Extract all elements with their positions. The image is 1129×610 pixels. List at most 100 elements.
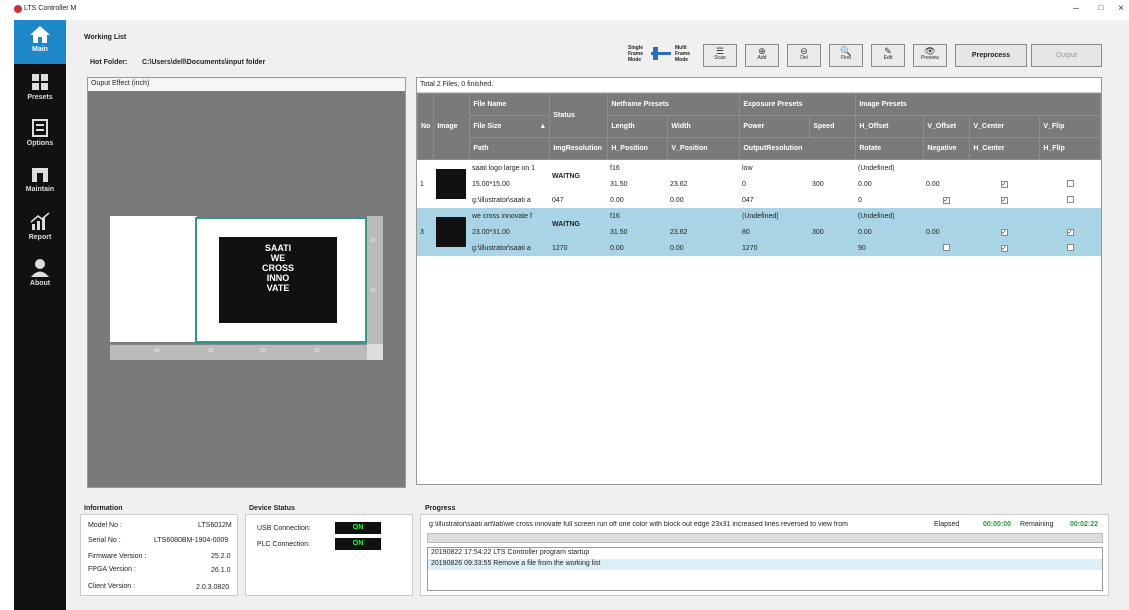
nav-presets[interactable]: Presets — [14, 68, 66, 112]
ruler-x-tick: 40 — [154, 348, 160, 354]
col-v-position[interactable]: V_Position — [667, 137, 741, 160]
row-frame-preset: f16 — [607, 160, 739, 176]
output-button[interactable]: Output — [1031, 44, 1102, 67]
col-img-resolution[interactable]: ImgResolution — [549, 137, 609, 160]
h-center-checkbox[interactable]: ✓ — [1000, 244, 1008, 252]
col-status[interactable]: Status — [549, 93, 609, 138]
table-row[interactable]: g:\illustrator\saati a 1270 0.00 0.00 1270 … — [417, 240, 1101, 256]
scan-label: Scan — [714, 55, 726, 61]
row-power: 80 — [739, 224, 809, 240]
row-exposure-preset: (Undefined) — [739, 208, 855, 224]
col-length[interactable]: Length — [607, 115, 669, 138]
table-row[interactable]: 3 we cross innovate f WAITNG f16 (Undefi… — [417, 208, 1101, 256]
col-file-name[interactable]: File Name — [469, 93, 551, 116]
v-center-checkbox[interactable]: ✓ — [1000, 228, 1008, 236]
col-image[interactable]: Image — [433, 93, 471, 160]
col-v-center[interactable]: V_Center — [969, 115, 1041, 138]
table-row[interactable]: 1 saati logo large on 1 WAITNG f16 low (… — [417, 160, 1101, 208]
close-button[interactable]: × — [1113, 3, 1129, 17]
h-flip-checkbox[interactable] — [1066, 243, 1074, 251]
hot-folder-path: C:\Users\dell\Documents\input folder — [142, 59, 266, 66]
col-h-center[interactable]: H_Center — [969, 137, 1041, 160]
col-no[interactable]: No — [416, 93, 435, 160]
nav-label: Report — [28, 234, 52, 241]
minimize-button[interactable]: – — [1068, 3, 1084, 17]
progress-bar — [427, 533, 1103, 543]
preprocess-button[interactable]: Preprocess — [955, 44, 1027, 67]
row-img-resolution: 1270 — [549, 240, 607, 256]
row-thumbnail[interactable] — [436, 169, 466, 199]
col-path[interactable]: Path — [469, 137, 551, 160]
col-power[interactable]: Power — [739, 115, 811, 138]
col-file-size[interactable]: File Size ▲ — [469, 115, 551, 138]
maintain-icon — [32, 168, 48, 182]
row-v-flip: ✓ — [1039, 224, 1101, 240]
maximize-button[interactable]: □ — [1093, 3, 1109, 17]
ruler-x-tick: 20 — [260, 348, 266, 354]
col-h-offset[interactable]: H_Offset — [855, 115, 925, 138]
log-entry: 20190826 09:33:55 Remove a file from the… — [428, 559, 1102, 570]
log-entry: 20190822 17:54:22 LTS Controller program… — [431, 549, 590, 556]
add-label: Add — [757, 55, 767, 61]
row-h-position: 0.00 — [607, 240, 667, 256]
single-frame-mode-label: Single Frame Mode — [628, 45, 644, 63]
v-center-checkbox[interactable]: ✓ — [1000, 180, 1008, 188]
v-flip-checkbox[interactable] — [1066, 179, 1074, 187]
col-v-flip[interactable]: V_Flip — [1039, 115, 1101, 138]
negative-checkbox[interactable]: ✓ — [942, 196, 950, 204]
frame-mode-toggle[interactable] — [651, 47, 671, 61]
h-flip-checkbox[interactable] — [1066, 195, 1074, 203]
row-path: g:\illustrator\saati a — [469, 192, 549, 208]
edit-button[interactable]: ✎ Edit — [871, 44, 905, 67]
col-netframe-presets[interactable]: Netframe Presets — [607, 93, 741, 116]
find-button[interactable]: 🔍 Find — [829, 44, 863, 67]
find-label: Find — [841, 55, 851, 61]
table-row[interactable]: 15.00*15.00 31.50 23.62 0 300 0.00 0.00 ✓ — [417, 176, 1101, 192]
col-width[interactable]: Width — [667, 115, 741, 138]
col-image-presets[interactable]: Image Presets — [855, 93, 1101, 116]
log-list[interactable]: 20190822 17:54:22 LTS Controller program… — [427, 547, 1103, 591]
ruler-x-tick: 30 — [208, 348, 214, 354]
table-row[interactable]: g:\illustrator\saati a 047 0.00 0.00 047 0 ✓… — [417, 192, 1101, 208]
preview-button[interactable]: 👁 Preview — [913, 44, 947, 67]
row-output-resolution: 1270 — [739, 240, 855, 256]
add-button[interactable]: ⊕ Add — [745, 44, 779, 67]
nav-about[interactable]: About — [14, 254, 66, 298]
col-exposure-presets[interactable]: Exposure Presets — [739, 93, 857, 116]
negative-checkbox[interactable] — [942, 243, 950, 251]
preview-artwork: SAATI WE CROSS INNO VATE — [219, 237, 337, 323]
delete-button[interactable]: ⊖ Del — [787, 44, 821, 67]
col-output-resolution[interactable]: OutputResolution — [739, 137, 857, 160]
row-v-flip — [1039, 176, 1101, 192]
row-thumbnail[interactable] — [436, 217, 466, 247]
row-speed: 300 — [809, 176, 855, 192]
col-rotate[interactable]: Rotate — [855, 137, 925, 160]
firmware-version-value: 25.2.0 — [211, 553, 231, 560]
v-flip-checkbox[interactable]: ✓ — [1066, 228, 1074, 236]
nav-label: Main — [32, 46, 48, 53]
table-row[interactable]: 23.00*31.00 31.50 23.62 80 300 0.00 0.00 ✓ ✓ — [417, 224, 1101, 240]
row-file-size: 23.00*31.00 — [469, 224, 549, 240]
row-img-resolution: 047 — [549, 192, 607, 208]
elapsed-value: 00:00:00 — [983, 521, 1012, 528]
row-no: 1 — [417, 160, 433, 208]
col-speed[interactable]: Speed — [809, 115, 857, 138]
nav-options[interactable]: Options — [14, 114, 66, 158]
horizontal-ruler: 40 30 20 10 — [110, 344, 368, 360]
col-h-position[interactable]: H_Position — [607, 137, 669, 160]
usb-status-badge: ON — [335, 522, 381, 534]
options-icon — [32, 119, 48, 137]
row-no: 3 — [417, 208, 433, 256]
col-v-offset[interactable]: V_Offset — [923, 115, 971, 138]
nav-maintain[interactable]: Maintain — [14, 160, 66, 204]
title-bar: LTS Controller M – □ × — [0, 0, 1129, 20]
nav-main[interactable]: Main — [14, 20, 66, 64]
fpga-version-value: 26.1.0 — [211, 567, 231, 574]
grid-header: No Image File Name Status Netframe Prese… — [416, 93, 1101, 160]
col-negative[interactable]: Negative — [923, 137, 971, 160]
scan-button[interactable]: ☰ Scan — [703, 44, 737, 67]
information-title: Information — [84, 505, 123, 512]
nav-report[interactable]: Report — [14, 208, 66, 252]
h-center-checkbox[interactable]: ✓ — [1000, 196, 1008, 204]
col-h-flip[interactable]: H_Flip — [1039, 137, 1101, 160]
